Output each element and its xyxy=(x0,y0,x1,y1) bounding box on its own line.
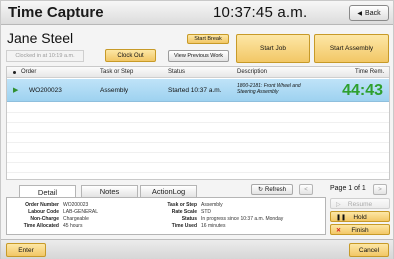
header-description[interactable]: Description xyxy=(237,69,267,75)
time-capture-window: Time Capture 10:37:45 a.m. ◀ Back Jane S… xyxy=(0,0,394,259)
label-task-or-step: Task or Step xyxy=(167,202,197,208)
empty-row xyxy=(7,123,389,133)
empty-row xyxy=(7,153,389,163)
value-task-or-step: Assembly xyxy=(201,202,223,208)
back-button-label: Back xyxy=(365,9,381,17)
selected-row-arrow-icon: ▶ xyxy=(13,87,19,94)
header-status[interactable]: Status xyxy=(168,69,185,75)
title-bar: Time Capture 10:37:45 a.m. ◀ Back xyxy=(1,1,393,25)
back-button[interactable]: ◀ Back xyxy=(349,5,389,21)
empty-row xyxy=(7,163,389,173)
table-header: Order Task or Step Status Description Ti… xyxy=(7,67,389,78)
value-rate-scale: STD xyxy=(201,209,211,215)
jobs-table: Order Task or Step Status Description Ti… xyxy=(6,66,390,180)
label-order-number: Order Number xyxy=(25,202,59,208)
label-rate-scale: Rate Scale xyxy=(171,209,197,215)
row-status: Started 10:37 a.m. xyxy=(168,87,222,94)
refresh-icon: ↻ xyxy=(257,187,263,193)
empty-row xyxy=(7,103,389,113)
value-status: In progress since 10:37 a.m. Monday xyxy=(201,216,284,222)
resume-label: Resume xyxy=(347,201,373,208)
back-arrow-icon: ◀ xyxy=(357,10,363,17)
start-break-button[interactable]: Start Break xyxy=(187,34,229,44)
finish-button[interactable]: ✕ Finish xyxy=(330,224,390,235)
value-order-number: WO200023 xyxy=(63,202,89,208)
view-previous-work-button[interactable]: View Previous Work xyxy=(168,50,229,62)
empty-row xyxy=(7,143,389,153)
hold-button[interactable]: ❚❚ Hold xyxy=(330,211,390,222)
value-non-charge: Chargeable xyxy=(63,216,89,222)
app-title: Time Capture xyxy=(8,4,104,21)
tab-action-log[interactable]: ActionLog xyxy=(140,185,197,197)
detail-panel: Order Number WO200023 Labour Code LAB-GE… xyxy=(6,197,326,235)
user-name: Jane Steel xyxy=(7,30,74,46)
cancel-button[interactable]: Cancel xyxy=(349,243,389,257)
refresh-button[interactable]: ↻ Refresh xyxy=(251,184,293,195)
row-task: Assembly xyxy=(100,87,129,94)
value-labour-code: LAB-GENERAL xyxy=(63,209,99,215)
start-job-button[interactable]: Start Job xyxy=(236,34,310,63)
page-indicator: Page 1 of 1 xyxy=(330,185,366,192)
refresh-label: Refresh xyxy=(265,186,287,193)
label-status: Status xyxy=(181,216,197,222)
header-task[interactable]: Task or Step xyxy=(100,69,133,75)
next-page-button[interactable]: > xyxy=(373,184,387,195)
enter-button[interactable]: Enter xyxy=(6,243,46,257)
row-description: 1800-2181: Front Wheel and Steering Asse… xyxy=(237,83,301,95)
clock-display: 10:37:45 a.m. xyxy=(213,4,308,21)
value-time-allocated: 45 hours xyxy=(63,223,83,229)
resume-button[interactable]: ▷ Resume xyxy=(330,198,390,209)
label-time-used: Time Used xyxy=(171,223,197,229)
tab-notes[interactable]: Notes xyxy=(81,185,138,197)
empty-row xyxy=(7,113,389,123)
header-time-rem[interactable]: Time Rem. xyxy=(355,69,384,75)
header-dot-icon xyxy=(13,71,16,74)
prev-page-button[interactable]: < xyxy=(299,184,313,195)
value-time-used: 16 minutes xyxy=(201,223,226,229)
empty-row xyxy=(7,133,389,143)
table-row[interactable]: ▶ WO200023 Assembly Started 10:37 a.m. 1… xyxy=(7,79,389,102)
clock-out-button[interactable]: Clock Out xyxy=(105,49,156,62)
label-time-allocated: Time Allocated xyxy=(23,223,59,229)
hold-label: Hold xyxy=(353,214,367,221)
header-order[interactable]: Order xyxy=(21,69,36,75)
footer-bar: Enter Cancel xyxy=(1,239,393,259)
row-order: WO200023 xyxy=(29,87,62,94)
label-non-charge: Non-Charge xyxy=(30,216,59,222)
row-time-remaining: 44:43 xyxy=(342,82,383,99)
label-labour-code: Labour Code xyxy=(28,209,59,215)
start-assembly-button[interactable]: Start Assembly xyxy=(314,34,389,63)
clocked-in-status: Clocked in at 10:19 a.m. xyxy=(6,50,84,62)
finish-label: Finish xyxy=(351,227,369,234)
